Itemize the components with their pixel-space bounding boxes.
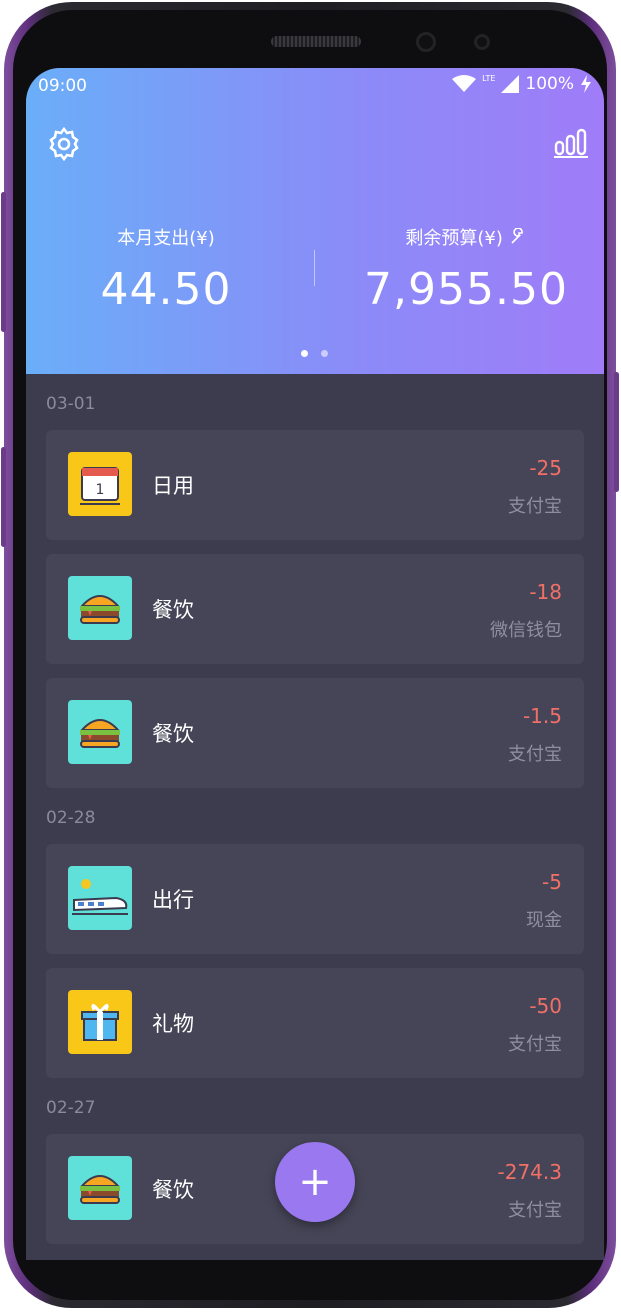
front-camera — [416, 32, 436, 52]
amount-value: -50 — [529, 994, 562, 1018]
page-dot[interactable] — [321, 350, 328, 357]
sensor — [474, 34, 490, 50]
category-label: 礼物 — [152, 1012, 194, 1036]
signal-icon — [501, 75, 520, 93]
status-icons: LTE 100% — [452, 74, 592, 94]
side-button-right — [614, 372, 619, 492]
payment-method: 支付宝 — [508, 1034, 562, 1055]
category-label: 餐饮 — [152, 1178, 194, 1202]
amount-value: -274.3 — [497, 1160, 562, 1184]
transaction-card[interactable]: 餐饮 -1.5 支付宝 — [46, 678, 584, 788]
wifi-icon — [452, 75, 477, 92]
transaction-card[interactable]: 餐饮 -18 微信钱包 — [46, 554, 584, 664]
battery-text: 100% — [525, 74, 574, 94]
budget-remaining-label[interactable]: 剩余预算(¥) — [356, 224, 576, 250]
transaction-list[interactable]: 03-01 1 日用 -25 支付宝 餐饮 -18 微信钱包 餐饮 -1.5 支… — [26, 374, 604, 1260]
plus-icon: + — [298, 1159, 332, 1205]
amount-value: -18 — [529, 580, 562, 604]
category-label: 餐饮 — [152, 722, 194, 746]
burger-icon — [68, 1156, 132, 1220]
date-header: 03-01 — [46, 394, 96, 414]
train-icon — [68, 866, 132, 930]
earpiece-speaker — [271, 36, 361, 47]
category-label: 日用 — [152, 474, 194, 498]
phone-frame: 09:00 LTE 100% 本月支出(¥) 44.50 剩余预算(¥) 7,9… — [1, 2, 619, 1308]
svg-text:1: 1 — [96, 482, 105, 498]
payment-method: 微信钱包 — [490, 620, 562, 641]
app-screen: 09:00 LTE 100% 本月支出(¥) 44.50 剩余预算(¥) 7,9… — [26, 68, 604, 1260]
budget-label-text: 剩余预算(¥) — [405, 228, 503, 249]
status-time: 09:00 — [38, 76, 87, 96]
transaction-card[interactable]: 礼物 -50 支付宝 — [46, 968, 584, 1078]
network-label: LTE — [482, 73, 496, 83]
burger-icon — [68, 576, 132, 640]
date-header: 02-27 — [46, 1098, 96, 1118]
monthly-spent-label: 本月支出(¥) — [117, 228, 215, 249]
calendar-icon: 1 — [68, 452, 132, 516]
battery-charging-icon — [581, 75, 591, 93]
budget-remaining-value: 7,955.50 — [364, 264, 568, 315]
amount-value: -5 — [542, 870, 562, 894]
transaction-card[interactable]: 出行 -5 现金 — [46, 844, 584, 954]
amount-value: -1.5 — [522, 704, 562, 728]
stats-icon[interactable] — [554, 128, 588, 158]
amount-value: -25 — [529, 456, 562, 480]
payment-method: 现金 — [526, 910, 562, 931]
transaction-card[interactable]: 1 日用 -25 支付宝 — [46, 430, 584, 540]
payment-method: 支付宝 — [508, 496, 562, 517]
category-label: 餐饮 — [152, 598, 194, 622]
payment-method: 支付宝 — [508, 1200, 562, 1221]
header-divider — [314, 250, 315, 286]
payment-method: 支付宝 — [508, 744, 562, 765]
gift-icon — [68, 990, 132, 1054]
add-entry-button[interactable]: + — [275, 1142, 355, 1222]
wrench-icon[interactable] — [509, 227, 527, 246]
category-label: 出行 — [152, 888, 194, 912]
page-dot-active[interactable] — [301, 350, 308, 357]
gear-icon[interactable] — [46, 126, 82, 162]
burger-icon — [68, 700, 132, 764]
side-button-left-lower — [1, 447, 6, 547]
monthly-spent-value: 44.50 — [100, 264, 232, 315]
side-button-left — [1, 192, 6, 332]
summary-header: 09:00 LTE 100% 本月支出(¥) 44.50 剩余预算(¥) 7,9… — [26, 68, 604, 374]
date-header: 02-28 — [46, 808, 96, 828]
